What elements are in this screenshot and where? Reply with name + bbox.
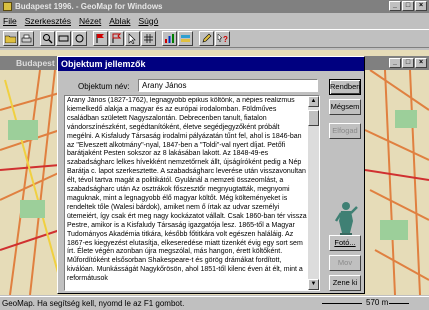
description-scrollbar[interactable]: ▲ ▼ — [308, 96, 319, 290]
minimize-button[interactable]: _ — [389, 1, 401, 11]
title-bar: Budapest 1996. - GeoMap for Windows _ □ … — [0, 0, 429, 13]
menu-bar: File Szerkesztés Nézet Ablak Súgó — [0, 14, 429, 27]
photo-button-label: Fotó... — [334, 238, 356, 247]
status-text: GeoMap. Ha segítség kell, nyomd le az F1… — [2, 299, 185, 308]
toolbar: ? — [0, 29, 429, 48]
map-close-button[interactable]: × — [415, 58, 427, 68]
menu-sugo[interactable]: Súgó — [138, 16, 158, 26]
scroll-up-button[interactable]: ▲ — [308, 96, 319, 107]
grid-icon[interactable] — [141, 31, 156, 46]
scale-label: 570 m — [366, 298, 389, 307]
object-name-field[interactable]: Arany János — [138, 79, 318, 92]
object-name-label: Objektum név: — [78, 82, 130, 91]
menu-nezet[interactable]: Nézet — [79, 16, 101, 26]
ok-button[interactable]: Rendben — [329, 79, 361, 95]
mov-button[interactable]: Mov — [329, 255, 361, 271]
dialog-title: Objektum jellemzők — [58, 57, 364, 71]
flag-outline-icon[interactable] — [109, 31, 124, 46]
cursor-icon[interactable] — [125, 31, 140, 46]
map-minimize-button[interactable]: _ — [389, 58, 401, 68]
search-icon[interactable] — [40, 31, 55, 46]
app-window: Budapest 1996. - GeoMap for Windows _ □ … — [0, 0, 429, 310]
maximize-button[interactable]: □ — [402, 1, 414, 11]
open-icon[interactable] — [3, 31, 18, 46]
status-bar: GeoMap. Ha segítség kell, nyomd le az F1… — [0, 296, 429, 310]
music-off-button[interactable]: Zene ki — [329, 275, 361, 291]
map-maximize-button[interactable]: □ — [402, 58, 414, 68]
pencil-icon[interactable] — [199, 31, 214, 46]
print-icon[interactable] — [19, 31, 34, 46]
circle-icon[interactable] — [72, 31, 87, 46]
map-window-title: Budapest — [16, 58, 55, 68]
description-text: Arany János (1827-1762), legnagyobb epik… — [67, 97, 307, 283]
scroll-thumb[interactable] — [308, 110, 319, 126]
cancel-button[interactable]: Mégsem — [329, 99, 361, 115]
app-icon — [3, 2, 12, 11]
svg-text:?: ? — [223, 35, 228, 44]
close-button[interactable]: × — [415, 1, 427, 11]
menu-szerkesztes[interactable]: Szerkesztés — [25, 16, 71, 26]
object-properties-dialog: Objektum jellemzők Objektum név: Arany J… — [57, 56, 365, 294]
description-textarea[interactable]: Arany János (1827-1762), legnagyobb epik… — [64, 95, 320, 291]
flag-icon[interactable] — [93, 31, 108, 46]
rectangle-icon[interactable] — [56, 31, 71, 46]
menu-ablak[interactable]: Ablak — [109, 16, 130, 26]
help-cursor-icon[interactable]: ? — [215, 31, 230, 46]
scale-line-left — [322, 303, 362, 304]
accept-button[interactable]: Elfogad — [329, 123, 361, 139]
scroll-down-button[interactable]: ▼ — [308, 279, 319, 290]
window-title: Budapest 1996. - GeoMap for Windows — [15, 2, 163, 11]
layers-icon[interactable] — [178, 31, 193, 46]
photo-button[interactable]: Fotó... — [329, 235, 361, 251]
menu-file[interactable]: File — [3, 16, 17, 26]
chart-icon[interactable] — [162, 31, 177, 46]
scale-line-right — [389, 303, 409, 304]
map-window-buttons: _ □ × — [389, 58, 427, 68]
